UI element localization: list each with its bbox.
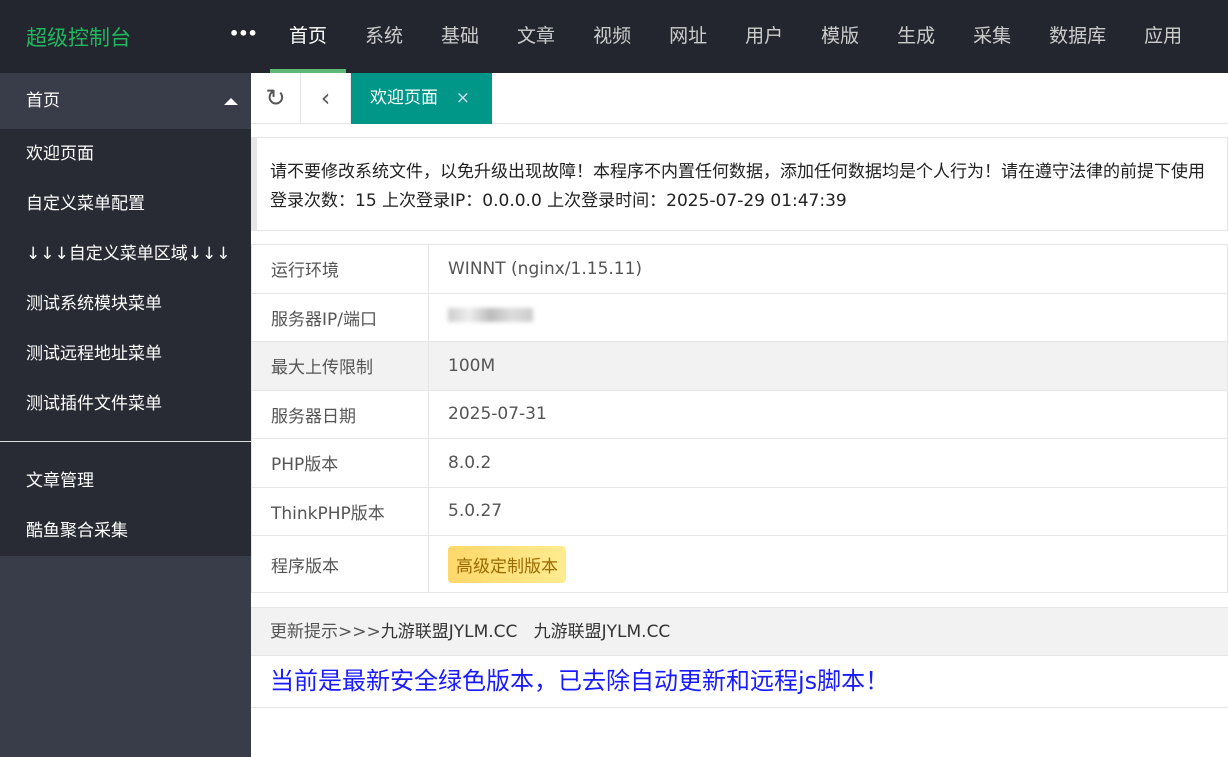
sidebar-item-article-manage[interactable]: 文章管理 [0,456,251,506]
info-label: 程序版本 [251,535,429,593]
info-value: 100M [428,341,1228,391]
nav-database[interactable]: 数据库 [1030,0,1125,73]
tab-label: 欢迎页面 [370,88,438,108]
nav-system[interactable]: 系统 [346,0,422,73]
sidebar-item-test-remote[interactable]: 测试远程地址菜单 [0,329,251,379]
info-value: 5.0.27 [428,486,1228,536]
nav-collect[interactable]: 采集 [954,0,1030,73]
sidebar-item-custom-area[interactable]: ↓↓↓自定义菜单区域↓↓↓ [0,229,251,279]
sidebar-item-test-module[interactable]: 测试系统模块菜单 [0,279,251,329]
table-row: 服务器日期 2025-07-31 [251,389,1228,439]
table-row: 程序版本 高级定制版本 [251,535,1228,593]
info-label: ThinkPHP版本 [251,486,429,536]
top-header: 超级控制台 ••• 首页 系统 基础 文章 视频 网址 用户 模版 生成 采集 … [0,0,1228,73]
version-badge: 高级定制版本 [448,545,566,583]
info-label: 服务器日期 [251,389,429,439]
caret-up-icon [224,98,238,105]
refresh-icon[interactable]: ↻ [251,73,301,123]
nav-article[interactable]: 文章 [498,0,574,73]
sidebar-section-home[interactable]: 首页 [0,73,251,129]
server-info-table: 运行环境 WINNT (nginx/1.15.11) 服务器IP/端口 最大上传限… [251,244,1228,593]
sidebar-section-label: 首页 [26,91,60,111]
info-label: PHP版本 [251,438,429,488]
nav-template[interactable]: 模版 [802,0,878,73]
nav-user[interactable]: 用户 [726,0,802,73]
info-value: 8.0.2 [428,438,1228,488]
version-message: 当前是最新安全绿色版本，已去除自动更新和远程js脚本！ [251,656,1228,708]
logo[interactable]: 超级控制台 [26,22,131,52]
blurred-ip [448,308,533,323]
table-row: ThinkPHP版本 5.0.27 [251,486,1228,536]
sidebar: 首页 欢迎页面 自定义菜单配置 ↓↓↓自定义菜单区域↓↓↓ 测试系统模块菜单 测… [0,73,251,757]
sidebar-item-kuyu-collect[interactable]: 酷鱼聚合采集 [0,506,251,556]
nav-url[interactable]: 网址 [650,0,726,73]
login-info: 登录次数：15 上次登录IP：0.0.0.0 上次登录时间：2025-07-29… [270,191,847,211]
tab-welcome[interactable]: 欢迎页面 × [351,73,492,124]
table-row: 最大上传限制 100M [251,341,1228,391]
more-icon[interactable]: ••• [229,24,258,43]
nav-apps[interactable]: 应用 [1125,0,1201,73]
sidebar-item-test-plugin[interactable]: 测试插件文件菜单 [0,379,251,429]
table-row: 服务器IP/端口 [251,292,1228,342]
close-icon[interactable]: × [456,73,470,124]
info-label: 最大上传限制 [251,341,429,391]
info-value: 高级定制版本 [428,535,1228,593]
tab-bar: ↻ ‹ 欢迎页面 × [251,73,1228,124]
sidebar-list: 欢迎页面 自定义菜单配置 ↓↓↓自定义菜单区域↓↓↓ 测试系统模块菜单 测试远程… [0,129,251,556]
divider [0,441,251,442]
nav-video[interactable]: 视频 [574,0,650,73]
nav-basic[interactable]: 基础 [422,0,498,73]
update-text: 九游联盟JYLM.CC 九游联盟JYLM.CC [380,622,671,642]
update-label: 更新提示>>> [270,622,381,642]
info-value: WINNT (nginx/1.15.11) [428,244,1228,294]
info-label: 服务器IP/端口 [251,292,429,342]
nav-home[interactable]: 首页 [270,0,347,73]
update-tip: 更新提示>>>九游联盟JYLM.CC 九游联盟JYLM.CC [251,607,1228,656]
info-value [428,292,1228,342]
table-row: PHP版本 8.0.2 [251,438,1228,488]
chevron-left-icon[interactable]: ‹ [301,73,351,123]
sidebar-item-custom-menu[interactable]: 自定义菜单配置 [0,179,251,229]
table-row: 运行环境 WINNT (nginx/1.15.11) [251,244,1228,294]
top-nav: 首页 系统 基础 文章 视频 网址 用户 模版 生成 采集 数据库 应用 [270,0,1201,73]
sidebar-item-welcome[interactable]: 欢迎页面 [0,129,251,179]
notice-box: 请不要修改系统文件，以免升级出现故障！本程序不内置任何数据，添加任何数据均是个人… [251,137,1228,231]
info-value: 2025-07-31 [428,389,1228,439]
nav-generate[interactable]: 生成 [878,0,954,73]
notice-warning: 请不要修改系统文件，以免升级出现故障！本程序不内置任何数据，添加任何数据均是个人… [270,162,1205,182]
info-label: 运行环境 [251,244,429,294]
